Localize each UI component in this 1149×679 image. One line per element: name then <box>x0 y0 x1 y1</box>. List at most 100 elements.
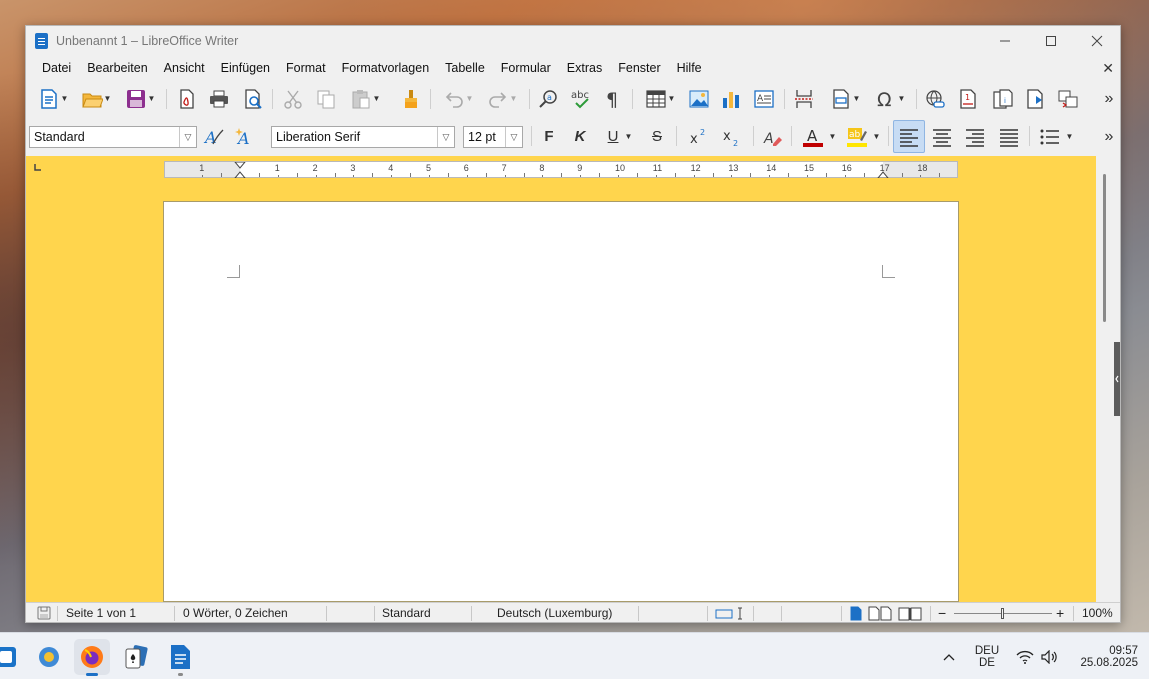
close-document-button[interactable]: ✕ <box>1102 56 1114 80</box>
zoom-in-button[interactable]: + <box>1056 603 1064 622</box>
superscript-button[interactable]: x2 <box>685 117 713 156</box>
chevron-down-icon: ▼ <box>828 132 837 141</box>
hyperlink-button[interactable] <box>922 80 948 117</box>
insert-textbox-button[interactable]: A <box>751 80 777 117</box>
footnote-button[interactable]: 1 <box>955 80 981 117</box>
taskbar-writer-app[interactable] <box>162 639 198 676</box>
menu-ansicht[interactable]: Ansicht <box>156 56 213 80</box>
book-view-icon[interactable] <box>898 606 924 621</box>
font-name-combobox[interactable]: Liberation Serif ▽ <box>271 126 455 148</box>
insert-field-button[interactable]: ▼ <box>824 80 866 117</box>
special-character-button[interactable]: Ω ▼ <box>869 80 911 117</box>
chevron-down-icon[interactable]: ▽ <box>437 127 454 147</box>
volume-icon <box>1041 649 1057 664</box>
volume-button[interactable] <box>1038 633 1060 679</box>
clear-formatting-button[interactable]: A <box>759 117 785 156</box>
menu-hilfe[interactable]: Hilfe <box>669 56 710 80</box>
chevron-down-icon[interactable]: ▽ <box>179 127 196 147</box>
font-color-button[interactable]: A ▼ <box>797 117 841 156</box>
font-size-combobox[interactable]: 12 pt ▽ <box>463 126 523 148</box>
insert-table-button[interactable]: ▼ <box>640 80 680 117</box>
copy-button[interactable] <box>313 80 339 117</box>
formatting-marks-button[interactable]: ¶ <box>600 80 626 117</box>
taskbar-solitaire-app[interactable] <box>118 639 154 675</box>
clock[interactable]: 09:57 25.08.2025 <box>1066 633 1138 679</box>
undo-button[interactable]: ▼ <box>436 80 480 117</box>
show-hidden-icons-button[interactable] <box>939 633 959 679</box>
export-pdf-button[interactable] <box>174 80 200 117</box>
print-preview-button[interactable] <box>240 80 266 117</box>
italic-button[interactable]: K <box>567 117 593 156</box>
save-button[interactable]: ▼ <box>120 80 160 117</box>
text-language[interactable]: Deutsch (Luxemburg) <box>497 603 612 622</box>
formatting-overflow-button[interactable]: » <box>1098 117 1120 156</box>
insert-chart-button[interactable] <box>718 80 744 117</box>
menu-bearbeiten[interactable]: Bearbeiten <box>79 56 155 80</box>
strikethrough-button[interactable]: S <box>644 117 670 156</box>
menu-extras[interactable]: Extras <box>559 56 610 80</box>
page-break-button[interactable] <box>791 80 817 117</box>
page-style[interactable]: Standard <box>382 603 431 622</box>
endnote-button[interactable]: i <box>988 80 1018 117</box>
paste-button[interactable]: ▼ <box>345 80 385 117</box>
update-style-button[interactable]: A <box>200 117 228 156</box>
input-language-indicator[interactable]: DEU DE <box>965 633 1009 679</box>
paragraph-style-combobox[interactable]: Standard ▽ <box>29 126 197 148</box>
scrollbar-thumb[interactable] <box>1103 174 1106 322</box>
cut-button[interactable] <box>280 80 306 117</box>
left-indent-marker[interactable] <box>234 162 246 178</box>
menu-tabelle[interactable]: Tabelle <box>437 56 493 80</box>
justify-button[interactable] <box>995 117 1023 156</box>
taskbar-firefox-app[interactable] <box>74 639 110 676</box>
menu-formatvorlagen[interactable]: Formatvorlagen <box>334 56 438 80</box>
menu-datei[interactable]: Datei <box>34 56 79 80</box>
taskbar-outlook-app[interactable] <box>0 639 18 675</box>
chevron-down-icon: ▼ <box>465 94 474 103</box>
redo-button[interactable]: ▼ <box>480 80 524 117</box>
align-right-button[interactable] <box>961 117 989 156</box>
new-style-button[interactable]: A <box>232 117 260 156</box>
subscript-button[interactable]: x2 <box>718 117 746 156</box>
right-indent-marker[interactable] <box>877 170 889 178</box>
chevron-down-icon[interactable]: ▽ <box>505 127 522 147</box>
zoom-slider-thumb[interactable] <box>1001 608 1004 619</box>
spelling-button[interactable]: abc <box>568 80 594 117</box>
page-count[interactable]: Seite 1 von 1 <box>66 603 136 622</box>
new-document-button[interactable]: ▼ <box>33 80 73 117</box>
network-button[interactable] <box>1014 633 1036 679</box>
underline-button[interactable]: U ▼ <box>599 117 641 156</box>
align-left-button[interactable] <box>893 120 925 153</box>
sidebar-toggle-handle[interactable] <box>1114 342 1120 416</box>
multi-page-view-icon[interactable] <box>868 606 894 621</box>
maximize-button[interactable] <box>1028 26 1074 56</box>
menu-fenster[interactable]: Fenster <box>610 56 668 80</box>
document-page[interactable] <box>163 201 959 602</box>
cross-reference-button[interactable] <box>1055 80 1081 117</box>
zoom-out-button[interactable]: − <box>938 603 946 622</box>
single-page-view-icon[interactable] <box>850 606 862 621</box>
tab-stop-selector-icon[interactable] <box>34 164 42 172</box>
close-window-button[interactable] <box>1074 26 1120 56</box>
ruler-label: 10 <box>615 163 626 173</box>
open-button[interactable]: ▼ <box>76 80 116 117</box>
align-center-button[interactable] <box>928 117 956 156</box>
horizontal-ruler[interactable]: 1 1 2 3 4 5 6 7 8 9 10 11 12 13 14 15 16 17 18 <box>164 161 958 178</box>
insert-image-button[interactable] <box>686 80 712 117</box>
insert-mode-icon[interactable] <box>715 607 745 620</box>
menu-einfuegen[interactable]: Einfügen <box>213 56 278 80</box>
toolbar-overflow-button[interactable]: » <box>1098 80 1120 117</box>
taskbar-weather-app[interactable] <box>31 639 67 675</box>
zoom-level[interactable]: 100% <box>1082 603 1113 622</box>
bold-button[interactable]: F <box>536 117 562 156</box>
highlight-color-button[interactable]: ab ▼ <box>841 117 885 156</box>
bookmark-button[interactable] <box>1022 80 1048 117</box>
bullet-list-button[interactable]: ▼ <box>1034 117 1078 156</box>
menu-format[interactable]: Format <box>278 56 334 80</box>
document-modified-icon[interactable] <box>37 606 51 620</box>
find-replace-button[interactable]: a <box>536 80 562 117</box>
print-button[interactable] <box>206 80 232 117</box>
menu-formular[interactable]: Formular <box>493 56 559 80</box>
minimize-button[interactable] <box>982 26 1028 56</box>
word-count[interactable]: 0 Wörter, 0 Zeichen <box>183 603 288 622</box>
clone-formatting-button[interactable] <box>398 80 424 117</box>
